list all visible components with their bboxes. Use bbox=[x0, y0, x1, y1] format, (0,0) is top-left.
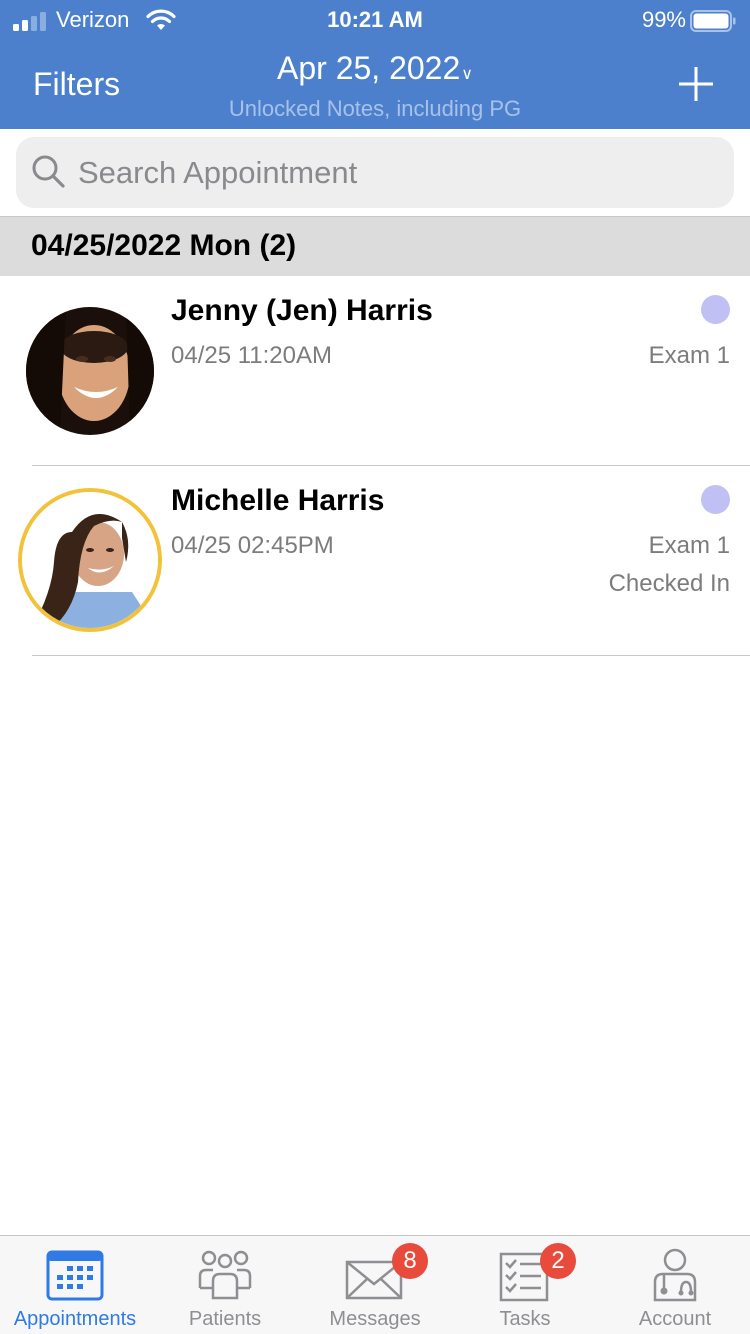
tab-appointments[interactable]: Appointments bbox=[0, 1236, 150, 1334]
tab-bar: Appointments Patients 8 Messages 2 Tasks… bbox=[0, 1235, 750, 1334]
date-picker-button[interactable]: Apr 25, 2022∨ bbox=[277, 50, 473, 87]
messages-badge: 8 bbox=[392, 1243, 428, 1279]
exam-room: Exam 1 bbox=[648, 342, 730, 369]
chevron-down-icon: ∨ bbox=[461, 66, 473, 83]
patient-avatar-checked-in bbox=[18, 488, 162, 632]
filter-subtitle: Unlocked Notes, including PG bbox=[228, 96, 522, 121]
row-divider bbox=[32, 655, 750, 656]
patient-avatar bbox=[26, 307, 154, 435]
date-label: Apr 25, 2022 bbox=[277, 50, 461, 86]
tab-account[interactable]: Account bbox=[600, 1236, 750, 1334]
search-input[interactable] bbox=[78, 145, 718, 200]
patient-name: Michelle Harris bbox=[171, 484, 385, 517]
patient-photo bbox=[26, 307, 154, 435]
tab-label: Appointments bbox=[13, 1308, 137, 1330]
search-bar bbox=[0, 129, 750, 216]
tab-label: Patients bbox=[188, 1308, 262, 1330]
tab-messages[interactable]: 8 Messages bbox=[300, 1236, 450, 1334]
patients-icon bbox=[198, 1250, 252, 1300]
tasks-badge: 2 bbox=[540, 1243, 576, 1279]
tab-tasks[interactable]: 2 Tasks bbox=[450, 1236, 600, 1334]
doctor-icon bbox=[653, 1248, 697, 1302]
checked-in-status: Checked In bbox=[608, 570, 730, 597]
plus-icon[interactable] bbox=[678, 66, 714, 102]
nav-title: Apr 25, 2022∨ bbox=[0, 50, 750, 87]
search-icon bbox=[32, 155, 65, 188]
appointment-time: 04/25 11:20AM bbox=[171, 342, 333, 369]
appointment-row[interactable]: Michelle Harris 04/25 02:45PM Exam 1 Che… bbox=[0, 466, 750, 656]
date-section-header: 04/25/2022 Mon (2) bbox=[0, 216, 750, 276]
status-dot bbox=[701, 295, 730, 324]
appointment-time: 04/25 02:45PM bbox=[171, 532, 334, 559]
appointment-row[interactable]: Jenny (Jen) Harris 04/25 11:20AM Exam 1 bbox=[0, 276, 750, 466]
header: Verizon 10:21 AM 99% Filters Apr 25, 202… bbox=[0, 0, 750, 129]
battery-icon bbox=[690, 10, 736, 32]
tab-label: Tasks bbox=[499, 1308, 551, 1330]
status-dot bbox=[701, 485, 730, 514]
status-time: 10:21 AM bbox=[327, 7, 423, 32]
calendar-icon bbox=[46, 1250, 104, 1301]
search-box[interactable] bbox=[16, 137, 734, 208]
patient-photo bbox=[22, 492, 158, 628]
tab-label: Messages bbox=[329, 1308, 421, 1330]
section-title: 04/25/2022 Mon (2) bbox=[31, 229, 297, 262]
tab-label: Account bbox=[638, 1308, 712, 1330]
status-bar: Verizon 10:21 AM 99% bbox=[0, 0, 750, 40]
battery-percent: 99% bbox=[641, 7, 686, 32]
exam-room: Exam 1 bbox=[648, 532, 730, 559]
patient-name: Jenny (Jen) Harris bbox=[171, 294, 433, 327]
tab-patients[interactable]: Patients bbox=[150, 1236, 300, 1334]
